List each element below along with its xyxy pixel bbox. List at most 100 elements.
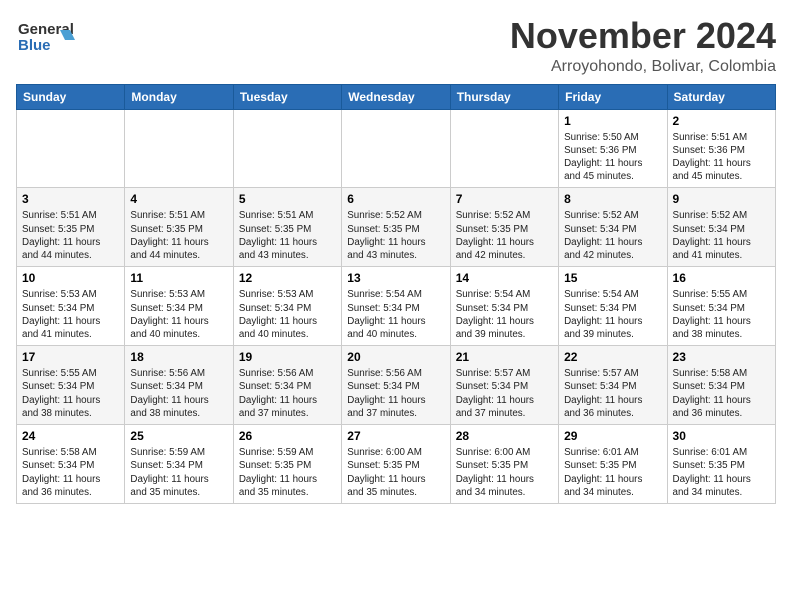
calendar-cell: 17 Sunrise: 5:55 AMSunset: 5:34 PMDayligh… — [17, 346, 125, 425]
day-info: Sunrise: 5:58 AMSunset: 5:34 PMDaylight:… — [673, 367, 770, 420]
day-info: Sunrise: 5:56 AMSunset: 5:34 PMDaylight:… — [239, 367, 336, 420]
day-info: Sunrise: 5:55 AMSunset: 5:34 PMDaylight:… — [22, 367, 119, 420]
day-number: 22 — [564, 350, 661, 364]
day-number: 5 — [239, 192, 336, 206]
day-number: 27 — [347, 429, 444, 443]
calendar-cell: 4 Sunrise: 5:51 AMSunset: 5:35 PMDaylight… — [125, 188, 233, 267]
calendar-table: SundayMondayTuesdayWednesdayThursdayFrid… — [16, 84, 776, 504]
day-info: Sunrise: 6:01 AMSunset: 5:35 PMDaylight:… — [673, 446, 770, 499]
day-number: 6 — [347, 192, 444, 206]
day-number: 20 — [347, 350, 444, 364]
calendar-cell — [125, 109, 233, 188]
svg-text:Blue: Blue — [18, 37, 51, 54]
day-number: 2 — [673, 114, 770, 128]
day-info: Sunrise: 5:54 AMSunset: 5:34 PMDaylight:… — [347, 288, 444, 341]
calendar-body: 1Sunrise: 5:50 AMSunset: 5:36 PMDaylight… — [17, 109, 776, 503]
day-number: 13 — [347, 271, 444, 285]
weekday-header-monday: Monday — [125, 84, 233, 109]
logo-icon: General Blue — [16, 16, 76, 60]
weekday-header-sunday: Sunday — [17, 84, 125, 109]
calendar-cell: 27 Sunrise: 6:00 AMSunset: 5:35 PMDayligh… — [342, 425, 450, 504]
calendar-cell: 14 Sunrise: 5:54 AMSunset: 5:34 PMDayligh… — [450, 267, 558, 346]
day-number: 25 — [130, 429, 227, 443]
calendar-cell: 29Sunrise: 6:01 AMSunset: 5:35 PMDayligh… — [559, 425, 667, 504]
day-info: Sunrise: 5:51 AMSunset: 5:35 PMDaylight:… — [22, 209, 119, 262]
calendar-week-3: 10 Sunrise: 5:53 AMSunset: 5:34 PMDayligh… — [17, 267, 776, 346]
day-info: Sunrise: 5:57 AMSunset: 5:34 PMDaylight:… — [564, 367, 661, 420]
day-info: Sunrise: 5:56 AMSunset: 5:34 PMDaylight:… — [130, 367, 227, 420]
day-info: Sunrise: 5:55 AMSunset: 5:34 PMDaylight:… — [673, 288, 770, 341]
weekday-header-thursday: Thursday — [450, 84, 558, 109]
day-number: 15 — [564, 271, 661, 285]
calendar-cell — [342, 109, 450, 188]
day-number: 17 — [22, 350, 119, 364]
day-info: Sunrise: 5:59 AMSunset: 5:34 PMDaylight:… — [130, 446, 227, 499]
calendar-cell: 18Sunrise: 5:56 AMSunset: 5:34 PMDayligh… — [125, 346, 233, 425]
day-info: Sunrise: 5:54 AMSunset: 5:34 PMDaylight:… — [564, 288, 661, 341]
weekday-header-friday: Friday — [559, 84, 667, 109]
page-header: General Blue November 2024 Arroyohondo, … — [16, 16, 776, 76]
day-number: 8 — [564, 192, 661, 206]
month-title: November 2024 — [510, 16, 776, 56]
calendar-week-5: 24 Sunrise: 5:58 AMSunset: 5:34 PMDayligh… — [17, 425, 776, 504]
calendar-cell: 8 Sunrise: 5:52 AMSunset: 5:34 PMDaylight… — [559, 188, 667, 267]
calendar-cell: 25 Sunrise: 5:59 AMSunset: 5:34 PMDayligh… — [125, 425, 233, 504]
day-info: Sunrise: 5:58 AMSunset: 5:34 PMDaylight:… — [22, 446, 119, 499]
calendar-cell: 21 Sunrise: 5:57 AMSunset: 5:34 PMDayligh… — [450, 346, 558, 425]
calendar-cell: 5 Sunrise: 5:51 AMSunset: 5:35 PMDaylight… — [233, 188, 341, 267]
calendar-week-4: 17 Sunrise: 5:55 AMSunset: 5:34 PMDayligh… — [17, 346, 776, 425]
calendar-cell: 26Sunrise: 5:59 AMSunset: 5:35 PMDayligh… — [233, 425, 341, 504]
day-number: 21 — [456, 350, 553, 364]
calendar-cell: 30 Sunrise: 6:01 AMSunset: 5:35 PMDayligh… — [667, 425, 775, 504]
calendar-cell: 20Sunrise: 5:56 AMSunset: 5:34 PMDayligh… — [342, 346, 450, 425]
title-block: November 2024 Arroyohondo, Bolivar, Colo… — [510, 16, 776, 76]
calendar-cell: 6 Sunrise: 5:52 AMSunset: 5:35 PMDaylight… — [342, 188, 450, 267]
day-info: Sunrise: 6:01 AMSunset: 5:35 PMDaylight:… — [564, 446, 661, 499]
weekday-header-saturday: Saturday — [667, 84, 775, 109]
calendar-cell: 7 Sunrise: 5:52 AMSunset: 5:35 PMDaylight… — [450, 188, 558, 267]
day-number: 16 — [673, 271, 770, 285]
calendar-cell — [450, 109, 558, 188]
day-info: Sunrise: 5:52 AMSunset: 5:35 PMDaylight:… — [347, 209, 444, 262]
day-number: 14 — [456, 271, 553, 285]
day-number: 30 — [673, 429, 770, 443]
calendar-cell: 19Sunrise: 5:56 AMSunset: 5:34 PMDayligh… — [233, 346, 341, 425]
day-number: 28 — [456, 429, 553, 443]
calendar-cell: 10 Sunrise: 5:53 AMSunset: 5:34 PMDayligh… — [17, 267, 125, 346]
calendar-cell: 23Sunrise: 5:58 AMSunset: 5:34 PMDayligh… — [667, 346, 775, 425]
day-number: 24 — [22, 429, 119, 443]
calendar-cell: 3 Sunrise: 5:51 AMSunset: 5:35 PMDaylight… — [17, 188, 125, 267]
day-number: 1 — [564, 114, 661, 128]
day-number: 10 — [22, 271, 119, 285]
day-info: Sunrise: 5:52 AMSunset: 5:35 PMDaylight:… — [456, 209, 553, 262]
day-info: Sunrise: 5:51 AMSunset: 5:35 PMDaylight:… — [130, 209, 227, 262]
weekday-header-tuesday: Tuesday — [233, 84, 341, 109]
day-info: Sunrise: 5:51 AMSunset: 5:36 PMDaylight:… — [673, 131, 770, 184]
day-info: Sunrise: 5:53 AMSunset: 5:34 PMDaylight:… — [22, 288, 119, 341]
day-info: Sunrise: 5:51 AMSunset: 5:35 PMDaylight:… — [239, 209, 336, 262]
day-number: 3 — [22, 192, 119, 206]
calendar-cell — [17, 109, 125, 188]
calendar-cell: 2 Sunrise: 5:51 AMSunset: 5:36 PMDaylight… — [667, 109, 775, 188]
day-info: Sunrise: 5:52 AMSunset: 5:34 PMDaylight:… — [564, 209, 661, 262]
day-number: 7 — [456, 192, 553, 206]
weekday-header-wednesday: Wednesday — [342, 84, 450, 109]
day-info: Sunrise: 5:52 AMSunset: 5:34 PMDaylight:… — [673, 209, 770, 262]
day-info: Sunrise: 5:57 AMSunset: 5:34 PMDaylight:… — [456, 367, 553, 420]
calendar-week-2: 3 Sunrise: 5:51 AMSunset: 5:35 PMDaylight… — [17, 188, 776, 267]
day-info: Sunrise: 6:00 AMSunset: 5:35 PMDaylight:… — [347, 446, 444, 499]
day-number: 11 — [130, 271, 227, 285]
day-info: Sunrise: 5:54 AMSunset: 5:34 PMDaylight:… — [456, 288, 553, 341]
day-info: Sunrise: 5:53 AMSunset: 5:34 PMDaylight:… — [239, 288, 336, 341]
day-info: Sunrise: 6:00 AMSunset: 5:35 PMDaylight:… — [456, 446, 553, 499]
calendar-cell: 15 Sunrise: 5:54 AMSunset: 5:34 PMDayligh… — [559, 267, 667, 346]
calendar-cell: 11Sunrise: 5:53 AMSunset: 5:34 PMDayligh… — [125, 267, 233, 346]
day-number: 4 — [130, 192, 227, 206]
day-number: 12 — [239, 271, 336, 285]
day-number: 26 — [239, 429, 336, 443]
calendar-cell: 24 Sunrise: 5:58 AMSunset: 5:34 PMDayligh… — [17, 425, 125, 504]
calendar-cell: 9Sunrise: 5:52 AMSunset: 5:34 PMDaylight… — [667, 188, 775, 267]
calendar-cell — [233, 109, 341, 188]
calendar-cell: 28 Sunrise: 6:00 AMSunset: 5:35 PMDayligh… — [450, 425, 558, 504]
calendar-cell: 1Sunrise: 5:50 AMSunset: 5:36 PMDaylight… — [559, 109, 667, 188]
